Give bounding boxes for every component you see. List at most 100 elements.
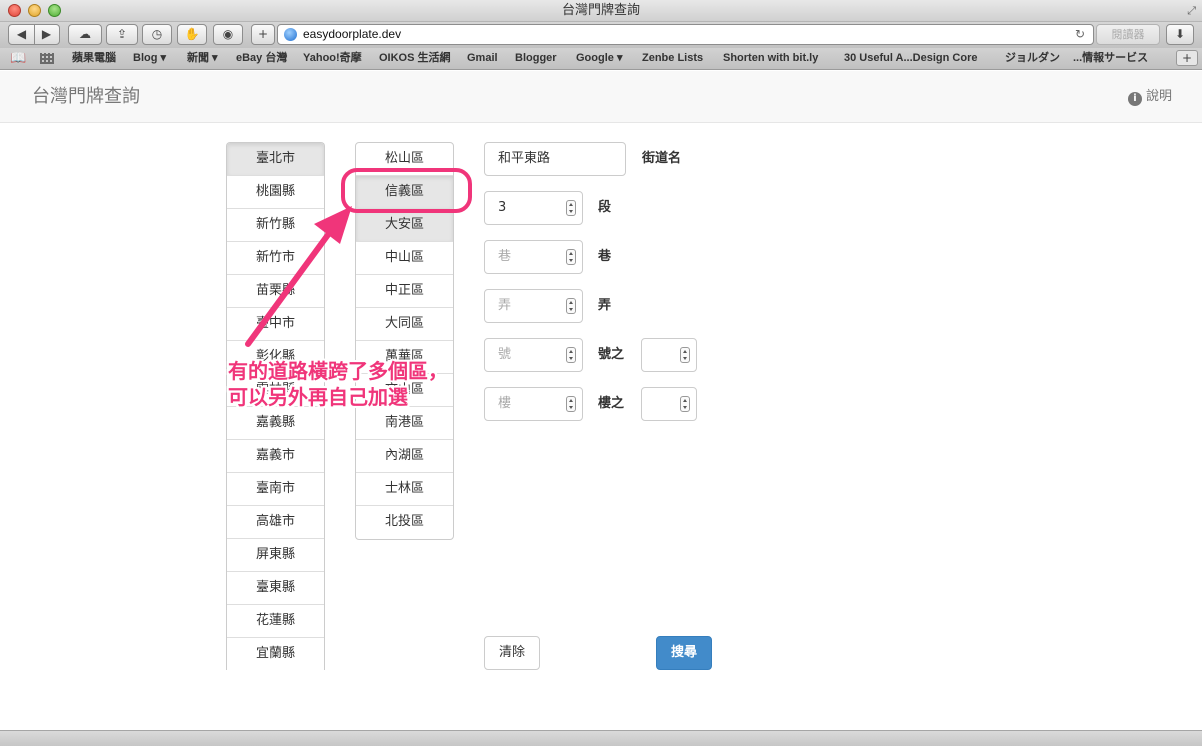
- street-input[interactable]: 和平東路: [484, 142, 626, 176]
- back-button[interactable]: ◀: [9, 25, 34, 44]
- bookmark-item[interactable]: Shorten with bit.ly: [723, 48, 818, 69]
- floor-sub-spinner[interactable]: [680, 396, 690, 412]
- reader-button[interactable]: 閱讀器: [1096, 24, 1160, 45]
- downloads-button[interactable]: ⬇: [1166, 24, 1194, 45]
- section-label: 段: [598, 200, 612, 215]
- city-item[interactable]: 屏東縣: [227, 539, 324, 572]
- district-item[interactable]: 大同區: [356, 308, 453, 341]
- ghostery-extension-button[interactable]: ◉: [213, 24, 243, 45]
- district-item[interactable]: 士林區: [356, 473, 453, 506]
- alley-placeholder: 弄: [498, 298, 512, 313]
- floor-placeholder: 樓: [498, 396, 512, 411]
- help-link[interactable]: i 說明: [1127, 71, 1172, 123]
- floor-input[interactable]: 樓: [484, 387, 583, 421]
- window-bottom-edge: [0, 730, 1202, 746]
- add-bookmark-icon[interactable]: +: [1176, 50, 1198, 66]
- city-item[interactable]: 新竹縣: [227, 209, 324, 242]
- floor-spinner[interactable]: [566, 396, 576, 412]
- lane-label: 巷: [598, 249, 612, 264]
- bookmark-item[interactable]: 30 Useful A...Design Core: [844, 48, 977, 69]
- floor-sub-input[interactable]: [641, 387, 697, 421]
- bookmark-item[interactable]: Gmail: [467, 48, 498, 69]
- browser-toolbar: ◀ ▶ ☁ ⇪ ◷ ✋ ◉ + easydoorplate.dev ↻ 閱讀器 ⬇: [0, 22, 1202, 48]
- floor-sub-label: 樓之: [598, 396, 625, 411]
- section-spinner[interactable]: [566, 200, 576, 216]
- city-item[interactable]: 臺南市: [227, 473, 324, 506]
- district-item[interactable]: 南港區: [356, 407, 453, 440]
- info-icon: i: [1127, 92, 1142, 106]
- alley-input[interactable]: 弄: [484, 289, 583, 323]
- city-item[interactable]: 苗栗縣: [227, 275, 324, 308]
- bookmark-item[interactable]: 新聞 ▾: [187, 48, 218, 69]
- site-brand[interactable]: 台灣門牌查詢: [32, 71, 140, 123]
- number-placeholder: 號: [498, 347, 512, 362]
- address-bar[interactable]: easydoorplate.dev ↻: [277, 24, 1094, 45]
- district-item[interactable]: 內湖區: [356, 440, 453, 473]
- history-button[interactable]: ◷: [142, 24, 172, 45]
- city-item[interactable]: 花蓮縣: [227, 605, 324, 638]
- forward-button[interactable]: ▶: [34, 25, 59, 44]
- reload-icon[interactable]: ↻: [1075, 25, 1085, 44]
- top-sites-icon[interactable]: [40, 53, 54, 64]
- section-value: 3: [498, 200, 507, 215]
- share-icon: ⇪: [116, 27, 128, 41]
- history-nav-group: ◀ ▶: [8, 24, 60, 45]
- bookmark-item[interactable]: ...情報サービス: [1073, 48, 1148, 69]
- cloud-icon: ☁: [79, 27, 91, 41]
- annotation-text-line1: 有的道路橫跨了多個區，: [228, 359, 448, 383]
- city-item[interactable]: 桃園縣: [227, 176, 324, 209]
- number-sub-spinner[interactable]: [680, 347, 690, 363]
- reading-list-icon[interactable]: 📖: [10, 51, 26, 66]
- number-sub-label: 號之: [598, 347, 625, 362]
- ghostery-icon: ◉: [222, 27, 234, 41]
- district-item[interactable]: 大安區: [356, 209, 453, 242]
- city-item[interactable]: 宜蘭縣: [227, 638, 324, 670]
- globe-icon: [284, 28, 297, 41]
- download-icon: ⬇: [1174, 27, 1186, 41]
- bookmark-item[interactable]: Blogger: [515, 48, 557, 69]
- street-label: 街道名: [642, 151, 682, 166]
- city-item[interactable]: 臺北市: [227, 143, 324, 176]
- bookmark-item[interactable]: Yahoo!奇摩: [303, 48, 362, 69]
- bookmarks-bar: 📖 蘋果電腦 Blog ▾ 新聞 ▾ eBay 台灣 Yahoo!奇摩 OIKO…: [0, 48, 1202, 70]
- hand-extension-button[interactable]: ✋: [177, 24, 207, 45]
- section-input[interactable]: 3: [484, 191, 583, 225]
- help-label: 說明: [1145, 89, 1172, 104]
- district-item[interactable]: 中山區: [356, 242, 453, 275]
- window-title: 台灣門牌查詢: [561, 3, 640, 18]
- annotation-highlight: [341, 168, 472, 213]
- bookmark-item[interactable]: Zenbe Lists: [642, 48, 703, 69]
- alley-label: 弄: [598, 298, 612, 313]
- city-item[interactable]: 嘉義市: [227, 440, 324, 473]
- district-item[interactable]: 北投區: [356, 506, 453, 539]
- search-button[interactable]: 搜尋: [656, 636, 712, 670]
- bookmark-item[interactable]: eBay 台灣: [236, 48, 287, 69]
- city-item[interactable]: 臺東縣: [227, 572, 324, 605]
- annotation-text-line2: 可以另外再自己加選: [228, 385, 408, 409]
- city-item[interactable]: 臺中市: [227, 308, 324, 341]
- district-item[interactable]: 中正區: [356, 275, 453, 308]
- number-sub-input[interactable]: [641, 338, 697, 372]
- share-button[interactable]: ⇪: [106, 24, 138, 45]
- city-item[interactable]: 嘉義縣: [227, 407, 324, 440]
- lane-spinner[interactable]: [566, 249, 576, 265]
- bookmark-item[interactable]: Blog ▾: [133, 48, 166, 69]
- site-navbar: 台灣門牌查詢 i 說明: [0, 71, 1202, 123]
- bookmark-item[interactable]: 蘋果電腦: [72, 48, 116, 69]
- url-text[interactable]: easydoorplate.dev: [303, 25, 401, 44]
- city-item[interactable]: 新竹市: [227, 242, 324, 275]
- bookmark-item[interactable]: OIKOS 生活網: [379, 48, 451, 69]
- alley-spinner[interactable]: [566, 298, 576, 314]
- fullscreen-icon[interactable]: ⤢: [1187, 4, 1196, 18]
- clear-button[interactable]: 清除: [484, 636, 540, 670]
- bookmark-item[interactable]: Google ▾: [576, 48, 622, 69]
- lane-input[interactable]: 巷: [484, 240, 583, 274]
- icloud-button[interactable]: ☁: [68, 24, 102, 45]
- lane-placeholder: 巷: [498, 249, 512, 264]
- add-bookmark-button[interactable]: +: [251, 24, 275, 45]
- city-item[interactable]: 高雄市: [227, 506, 324, 539]
- bookmark-item[interactable]: ジョルダン: [1005, 48, 1060, 69]
- number-input[interactable]: 號: [484, 338, 583, 372]
- number-spinner[interactable]: [566, 347, 576, 363]
- history-icon: ◷: [151, 27, 163, 41]
